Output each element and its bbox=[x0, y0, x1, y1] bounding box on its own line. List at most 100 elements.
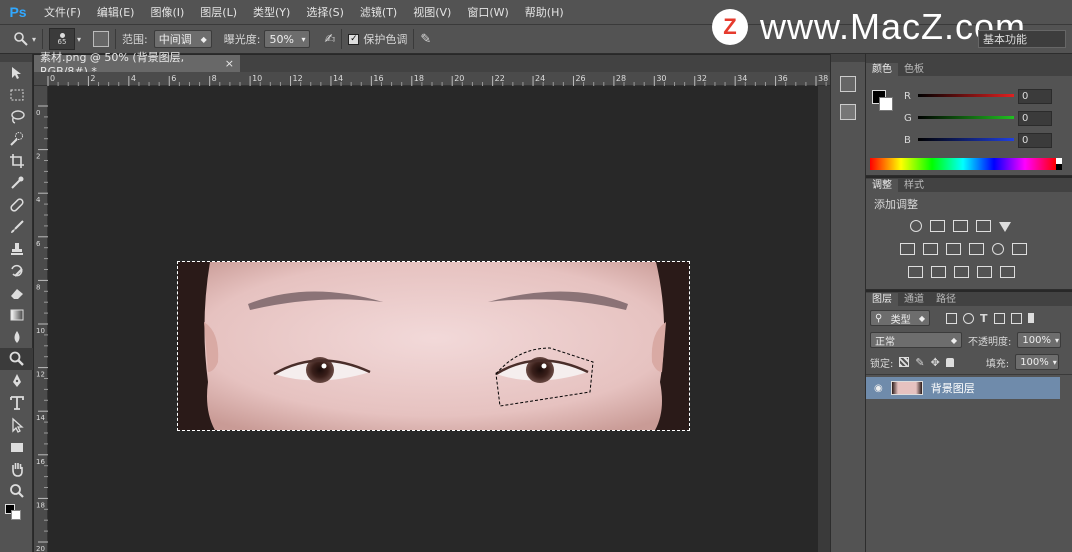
rectangle-tool-icon[interactable] bbox=[0, 436, 33, 458]
color-swatches-icon[interactable] bbox=[0, 502, 32, 520]
layer-row[interactable]: ◉ 背景图层 bbox=[866, 377, 1060, 399]
pressure-icon[interactable]: ✎ bbox=[420, 32, 431, 47]
curves-icon[interactable] bbox=[953, 220, 968, 232]
path-selection-tool-icon[interactable] bbox=[0, 414, 33, 436]
filter-adjustment-icon[interactable] bbox=[963, 312, 974, 324]
dodge-tool-preset-icon[interactable]: ▾ bbox=[14, 32, 36, 46]
lock-pixels-icon[interactable]: ✎ bbox=[915, 356, 924, 369]
crop-tool-icon[interactable] bbox=[0, 150, 33, 172]
close-icon[interactable]: × bbox=[225, 57, 234, 70]
brush-tool-icon[interactable] bbox=[0, 216, 33, 238]
filter-shape-icon[interactable] bbox=[993, 312, 1005, 324]
toolbar-grip[interactable] bbox=[0, 54, 32, 62]
channel-b-slider[interactable] bbox=[918, 138, 1014, 141]
menu-window[interactable]: 窗口(W) bbox=[459, 4, 516, 20]
channel-r-value[interactable]: 0 bbox=[1018, 89, 1052, 104]
ruler-tick-label: 34 bbox=[737, 74, 747, 83]
hand-tool-icon[interactable] bbox=[0, 458, 33, 480]
tab-styles[interactable]: 样式 bbox=[898, 179, 930, 192]
menu-select[interactable]: 选择(S) bbox=[298, 4, 352, 20]
color-balance-icon[interactable] bbox=[923, 243, 938, 255]
channel-g-value[interactable]: 0 bbox=[1018, 111, 1052, 126]
filter-pixel-icon[interactable] bbox=[946, 312, 957, 324]
protect-tones-checkbox[interactable]: ✓ bbox=[348, 33, 360, 45]
menu-image[interactable]: 图像(I) bbox=[142, 4, 192, 20]
range-select[interactable]: 中间调 ◆ bbox=[153, 30, 212, 48]
exposure-icon[interactable] bbox=[976, 220, 991, 232]
tab-adjustments[interactable]: 调整 bbox=[866, 179, 898, 192]
invert-icon[interactable] bbox=[908, 266, 923, 278]
menu-file[interactable]: 文件(F) bbox=[36, 4, 89, 20]
pen-tool-icon[interactable] bbox=[0, 370, 33, 392]
ruler-tick-label: 28 bbox=[616, 74, 626, 83]
brightness-icon[interactable] bbox=[910, 220, 922, 232]
clone-stamp-tool-icon[interactable] bbox=[0, 238, 33, 260]
menu-type[interactable]: 类型(Y) bbox=[245, 4, 298, 20]
tab-layers[interactable]: 图层 bbox=[866, 293, 898, 306]
menu-edit[interactable]: 编辑(E) bbox=[89, 4, 143, 20]
menu-help[interactable]: 帮助(H) bbox=[517, 4, 572, 20]
levels-icon[interactable] bbox=[930, 220, 945, 232]
brush-size-picker[interactable]: 65 bbox=[49, 28, 76, 50]
lock-all-icon[interactable] bbox=[945, 357, 954, 367]
workspace-select[interactable]: 基本功能 bbox=[978, 30, 1066, 48]
channel-g-slider[interactable] bbox=[918, 116, 1014, 119]
tab-color[interactable]: 颜色 bbox=[866, 63, 898, 76]
selective-color-icon[interactable] bbox=[1000, 266, 1015, 278]
ruler-tick-label: 12 bbox=[36, 371, 45, 379]
filter-smart-object-icon[interactable] bbox=[1010, 312, 1022, 324]
marquee-tool-icon[interactable] bbox=[0, 84, 33, 106]
quick-selection-tool-icon[interactable] bbox=[0, 128, 33, 150]
menu-filter[interactable]: 滤镜(T) bbox=[352, 4, 405, 20]
document-tab[interactable]: 素材.png @ 50% (背景图层, RGB/8#) * × bbox=[34, 51, 240, 78]
lock-position-icon[interactable]: ✥ bbox=[931, 356, 940, 369]
eyedropper-tool-icon[interactable] bbox=[0, 172, 33, 194]
airbrush-icon[interactable]: ✍ bbox=[324, 32, 335, 47]
color-spectrum-ramp[interactable] bbox=[870, 158, 1056, 170]
threshold-icon[interactable] bbox=[954, 266, 969, 278]
type-tool-icon[interactable] bbox=[0, 392, 33, 414]
background-color-swatch[interactable] bbox=[879, 97, 893, 111]
history-panel-icon[interactable] bbox=[840, 76, 856, 92]
tab-swatches[interactable]: 色板 bbox=[898, 63, 930, 76]
blur-tool-icon[interactable] bbox=[0, 326, 33, 348]
filter-toggle-icon[interactable] bbox=[1027, 313, 1034, 323]
blend-mode-select[interactable]: 正常 ◆ bbox=[870, 332, 962, 348]
move-tool-icon[interactable] bbox=[0, 62, 33, 84]
black-white-icon[interactable] bbox=[946, 243, 961, 255]
filter-type-icon[interactable]: T bbox=[980, 312, 988, 325]
zoom-tool-icon[interactable] bbox=[0, 480, 33, 502]
vertical-scrollbar[interactable] bbox=[818, 86, 830, 552]
channel-mixer-icon[interactable] bbox=[992, 243, 1004, 255]
history-brush-tool-icon[interactable] bbox=[0, 260, 33, 282]
brush-panel-icon[interactable] bbox=[93, 31, 110, 47]
menu-layer[interactable]: 图层(L) bbox=[192, 4, 245, 20]
opacity-input[interactable]: 100% ▾ bbox=[1017, 332, 1062, 348]
channel-r-slider[interactable] bbox=[918, 94, 1014, 97]
ruler-tick-label: 4 bbox=[131, 74, 136, 83]
color-lookup-icon[interactable] bbox=[1012, 243, 1027, 255]
eraser-tool-icon[interactable] bbox=[0, 282, 33, 304]
eye-icon[interactable]: ◉ bbox=[874, 383, 883, 394]
healing-brush-tool-icon[interactable] bbox=[0, 194, 33, 216]
tab-channels[interactable]: 通道 bbox=[898, 293, 930, 306]
posterize-icon[interactable] bbox=[931, 266, 946, 278]
hue-saturation-icon[interactable] bbox=[900, 243, 915, 255]
channel-b-value[interactable]: 0 bbox=[1018, 133, 1052, 148]
photo-filter-icon[interactable] bbox=[969, 243, 984, 255]
tab-paths[interactable]: 路径 bbox=[930, 293, 962, 306]
properties-panel-icon[interactable] bbox=[840, 104, 856, 120]
lasso-tool-icon[interactable] bbox=[0, 106, 33, 128]
document-image[interactable] bbox=[177, 261, 690, 431]
vibrance-icon[interactable] bbox=[999, 222, 1011, 232]
gradient-map-icon[interactable] bbox=[977, 266, 992, 278]
dodge-tool-icon[interactable] bbox=[0, 348, 33, 370]
gradient-tool-icon[interactable] bbox=[0, 304, 33, 326]
fill-input[interactable]: 100% ▾ bbox=[1015, 354, 1060, 370]
menu-view[interactable]: 视图(V) bbox=[405, 4, 459, 20]
exposure-input[interactable]: 50% ▾ bbox=[264, 30, 311, 48]
layer-filter-select[interactable]: ⚲ 类型 ◆ bbox=[870, 310, 930, 326]
lock-transparent-icon[interactable] bbox=[899, 357, 910, 367]
ruler-tick-label: 38 bbox=[818, 74, 828, 83]
opacity-label: 不透明度: bbox=[968, 336, 1012, 348]
